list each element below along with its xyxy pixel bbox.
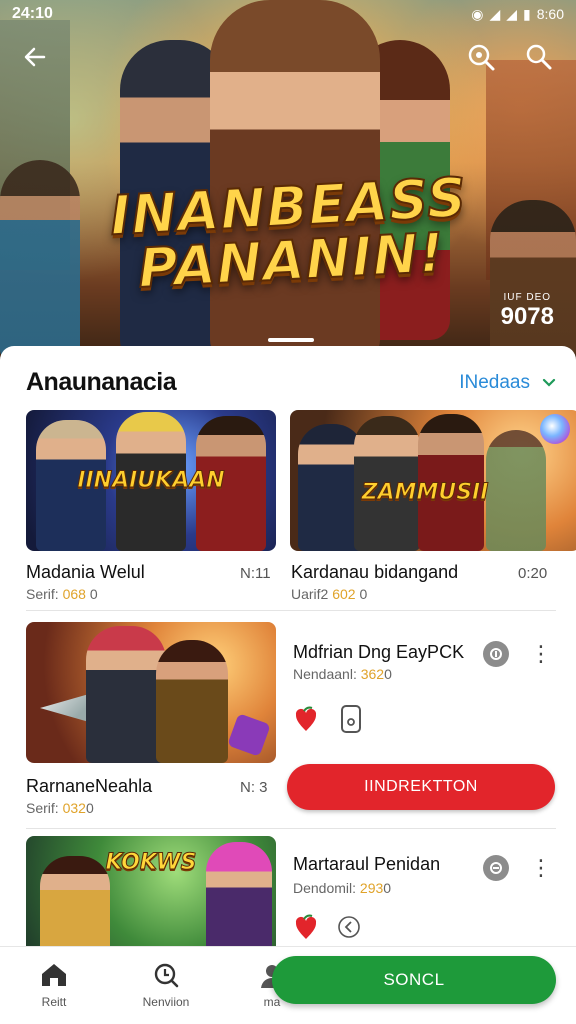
clock-icon bbox=[116, 961, 216, 989]
verified-badge-icon bbox=[483, 855, 509, 881]
hero-badge-value: 9078 bbox=[500, 303, 554, 330]
card-meta-suffix: 0 bbox=[89, 586, 98, 602]
card-meta-label: Serif: bbox=[26, 586, 63, 602]
nav-label: Nenviion bbox=[142, 995, 190, 1009]
thumbnail-cover-text: ZAMMUSII bbox=[361, 480, 489, 506]
heart-icon[interactable] bbox=[293, 912, 319, 942]
chevron-down-icon bbox=[542, 375, 556, 391]
hero-title: INANBEASS PANANIN! bbox=[107, 165, 472, 301]
hero-character-far-right bbox=[490, 200, 576, 360]
card-title[interactable]: RarnaneNeahla bbox=[26, 776, 152, 797]
card-meta-label: Uarif2 bbox=[291, 586, 333, 602]
card-title[interactable]: Madania Welul bbox=[26, 562, 145, 583]
status-bar: 24:10 ◉ ◢ ◢ ▮ 8:60 bbox=[0, 0, 576, 28]
status-icons: ◉ ◢ ◢ ▮ 8:60 bbox=[471, 6, 564, 23]
section-title: Anaunanacia bbox=[26, 368, 177, 396]
card-meta-label: Serif: bbox=[26, 800, 63, 816]
section-header: Anaunanacia INedaas bbox=[26, 368, 556, 398]
primary-action-button[interactable]: SONCL bbox=[272, 956, 556, 1004]
thumbnail-cover-text: KOKWS bbox=[105, 850, 197, 876]
signal-icon: ◢ bbox=[506, 5, 518, 22]
card-duration: N: 3 bbox=[240, 779, 268, 796]
signal-icon: ◢ bbox=[489, 5, 501, 22]
hero-badge: IUF DEO 9078 bbox=[501, 292, 554, 331]
thumbnail-cover-text: IINAIUKAAN bbox=[77, 468, 225, 494]
home-icon bbox=[4, 961, 104, 989]
thumbnail-orb bbox=[540, 414, 570, 444]
video-thumbnail[interactable]: ZAMMUSII bbox=[290, 410, 576, 551]
wifi-icon: ◉ bbox=[471, 5, 484, 22]
hero-banner[interactable]: 24:10 ◉ ◢ ◢ ▮ 8:60 INANBEASS PANANIN! IU… bbox=[0, 0, 576, 360]
arrow-left-icon[interactable] bbox=[18, 40, 52, 74]
side-item-title[interactable]: Martaraul Penidan bbox=[293, 854, 440, 875]
redirect-button[interactable]: IINDREKTTON bbox=[287, 764, 555, 810]
side-item-meta-label: Nendaanl: bbox=[293, 666, 361, 682]
side-item-meta-suffix: 0 bbox=[384, 666, 392, 682]
content-sheet[interactable]: Anaunanacia INedaas IINAIUKAAN Madania W… bbox=[0, 346, 576, 1024]
nav-item-home[interactable]: Reitt bbox=[4, 961, 104, 1009]
section-filter-label: INedaas bbox=[459, 372, 530, 393]
card-meta-suffix: 0 bbox=[85, 800, 94, 816]
side-item-meta: Nendaanl: 3620 bbox=[293, 666, 392, 682]
side-item-meta-suffix: 0 bbox=[383, 880, 392, 896]
card-duration: N:11 bbox=[240, 565, 271, 582]
thumbnail-gem bbox=[227, 713, 271, 757]
phone-icon[interactable] bbox=[338, 704, 364, 734]
card-meta: Uarif2 602 0 bbox=[291, 586, 367, 602]
video-thumbnail[interactable]: KOKWS bbox=[26, 836, 276, 956]
refresh-icon[interactable] bbox=[336, 912, 362, 942]
side-item-meta-label: Dendomil: bbox=[293, 880, 360, 896]
status-time: 24:10 bbox=[12, 5, 53, 22]
more-options-icon[interactable]: ⋮ bbox=[530, 641, 552, 667]
card-meta-suffix: 0 bbox=[359, 586, 368, 602]
side-item-title[interactable]: Mdfrian Dng EayPCK bbox=[293, 642, 464, 663]
nav-label: Reitt bbox=[41, 995, 67, 1009]
section-filter-link[interactable]: INedaas bbox=[459, 372, 556, 394]
carousel-indicator bbox=[268, 338, 314, 342]
divider bbox=[26, 610, 556, 611]
hero-character-far-left bbox=[0, 160, 80, 360]
verified-badge-icon bbox=[483, 641, 509, 667]
battery-level: 8:60 bbox=[536, 6, 564, 22]
search-icon[interactable] bbox=[522, 40, 556, 74]
side-item-meta: Dendomil: 2930 bbox=[293, 880, 391, 896]
search-icon[interactable] bbox=[464, 40, 498, 74]
heart-icon[interactable] bbox=[293, 704, 319, 734]
side-item-meta-value: 293 bbox=[359, 880, 384, 896]
thumbnail-character bbox=[86, 626, 166, 763]
card-meta-value: 032 bbox=[62, 800, 86, 816]
video-thumbnail[interactable] bbox=[26, 622, 276, 763]
battery-icon: ▮ bbox=[523, 5, 531, 22]
more-options-icon[interactable]: ⋮ bbox=[530, 855, 552, 881]
divider bbox=[26, 828, 556, 829]
side-item-meta-value: 362 bbox=[360, 666, 385, 682]
card-title[interactable]: Kardanau bidangand bbox=[291, 562, 458, 583]
card-meta-value: 068 bbox=[62, 586, 86, 602]
nav-item-recent[interactable]: Nenviion bbox=[116, 961, 216, 1009]
card-meta: Serif: 068 0 bbox=[26, 586, 98, 602]
card-meta-value: 602 bbox=[332, 586, 356, 602]
card-duration: 0:20 bbox=[518, 565, 548, 582]
thumbnail-character bbox=[156, 640, 228, 763]
video-thumbnail[interactable]: IINAIUKAAN bbox=[26, 410, 276, 551]
hero-badge-label: IUF DEO bbox=[503, 292, 552, 303]
card-meta: Serif: 0320 bbox=[26, 800, 94, 816]
